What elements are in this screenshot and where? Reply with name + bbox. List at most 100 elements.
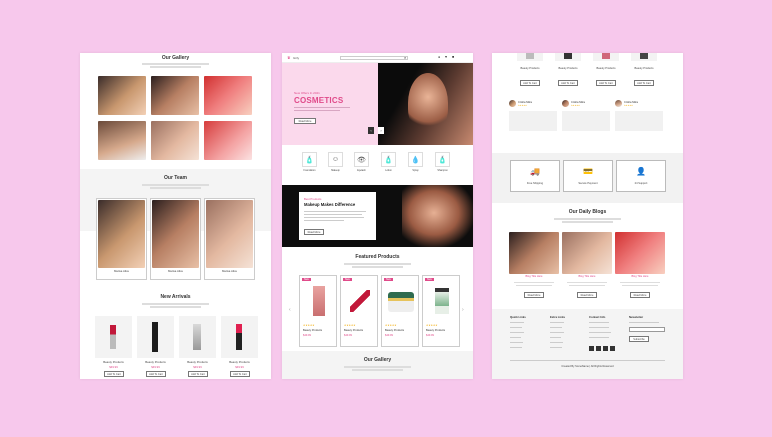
- blog-image[interactable]: [562, 232, 612, 274]
- add-to-cart-button[interactable]: Add To Cart: [634, 80, 654, 86]
- arrival-product-image[interactable]: [221, 316, 258, 358]
- brand-name[interactable]: Girly: [293, 56, 299, 60]
- footer-link[interactable]: [510, 342, 523, 344]
- footer-link[interactable]: [510, 327, 522, 329]
- gallery-subtitle-line: [344, 366, 411, 368]
- arrival-product-image[interactable]: [179, 316, 216, 358]
- product-thumb[interactable]: [593, 53, 619, 61]
- footer-link[interactable]: [550, 337, 561, 339]
- add-to-cart-button[interactable]: Add To Cart: [104, 371, 124, 377]
- gallery-image[interactable]: [98, 121, 146, 160]
- category-shampoo[interactable]: 🧴: [435, 152, 450, 167]
- featured-product-name: Beauty Products: [426, 329, 446, 332]
- arrival-product-name: Beauty Products: [187, 360, 208, 364]
- rating-stars: ★★★★★: [344, 324, 356, 327]
- heart-icon[interactable]: ♥: [445, 55, 447, 59]
- footer-link[interactable]: [550, 322, 564, 324]
- category-foundation[interactable]: 🧴: [302, 152, 317, 167]
- logo-icon[interactable]: ♛: [287, 55, 291, 60]
- footer-link[interactable]: [510, 332, 524, 334]
- feature-label: Secure Payment: [578, 182, 598, 185]
- gallery-band: [282, 351, 473, 379]
- blog-read-more-button[interactable]: Read More: [630, 292, 650, 298]
- gallery-image[interactable]: [151, 76, 199, 115]
- cart-icon[interactable]: ■: [452, 55, 454, 59]
- add-to-cart-button[interactable]: Add To Cart: [230, 371, 250, 377]
- promo-banner: Best Products Makeup Makes Difference Re…: [282, 185, 473, 247]
- blogs-subtitle-line: [554, 218, 621, 220]
- hero-prev-arrow[interactable]: ‹: [368, 127, 374, 134]
- add-to-cart-button[interactable]: Add To Cart: [188, 371, 208, 377]
- avatar: [562, 100, 569, 107]
- product-thumb[interactable]: [517, 53, 543, 61]
- category-lotion[interactable]: 🧴: [381, 152, 396, 167]
- category-spray[interactable]: 💧: [408, 152, 423, 167]
- add-to-cart-button[interactable]: Add To Cart: [520, 80, 540, 86]
- team-card[interactable]: Marisa Alice: [96, 198, 147, 280]
- featured-product-name: Beauty Products: [385, 329, 405, 332]
- facebook-icon[interactable]: [589, 346, 594, 351]
- blog-excerpt-line: [516, 285, 552, 286]
- search-input[interactable]: [340, 56, 408, 60]
- category-makeup[interactable]: ☺: [328, 152, 343, 167]
- footer-link[interactable]: [550, 327, 562, 329]
- testimonial-name: Crisha Mitra: [571, 101, 585, 104]
- featured-product-card[interactable]: New ★★★★★ Beauty Products $49.99: [381, 275, 419, 347]
- arrival-product-name: Beauty Products: [229, 360, 250, 364]
- add-to-cart-button[interactable]: Add To Cart: [596, 80, 616, 86]
- footer-link[interactable]: [550, 342, 563, 344]
- copyright-text: Created By SomeName | All Rights Reserve…: [561, 365, 614, 368]
- page-preview-home: ♛ Girly ⌕ ● ♥ ■ New Offers In 2021 COSME…: [282, 53, 473, 379]
- team-card[interactable]: Marisa Alice: [150, 198, 201, 280]
- blog-read-more-button[interactable]: Read More: [577, 292, 597, 298]
- blog-excerpt-line: [514, 282, 554, 283]
- product-thumb[interactable]: [631, 53, 657, 61]
- category-eyelash[interactable]: 👁: [354, 152, 369, 167]
- foundation-icon: 🧴: [305, 156, 314, 164]
- add-to-cart-button[interactable]: Add To Cart: [558, 80, 578, 86]
- promo-read-more-button[interactable]: Read More: [304, 229, 324, 235]
- footer-link[interactable]: [510, 322, 524, 324]
- blog-image[interactable]: [509, 232, 559, 274]
- featured-product-card[interactable]: New ★★★★★ Beauty Products $49.99: [422, 275, 460, 347]
- blogs-title: Our Daily Blogs: [568, 209, 607, 215]
- gallery-image[interactable]: [98, 76, 146, 115]
- add-to-cart-button[interactable]: Add To Cart: [146, 371, 166, 377]
- product-name: Beauty Products: [520, 67, 540, 70]
- team-title: Our Team: [164, 175, 187, 181]
- featured-product-card[interactable]: New ★★★★★ Beauty Products $49.99: [299, 275, 337, 347]
- blog-read-more-button[interactable]: Read More: [524, 292, 544, 298]
- footer-link[interactable]: [510, 337, 521, 339]
- category-label: Makeup: [331, 169, 340, 172]
- gallery-image[interactable]: [151, 121, 199, 160]
- featured-next-arrow[interactable]: ›: [462, 307, 464, 313]
- blog-image[interactable]: [615, 232, 665, 274]
- blog-title[interactable]: Blog Title Here: [562, 275, 612, 278]
- new-badge: New: [425, 278, 434, 281]
- hero-read-more-button[interactable]: Read More: [294, 118, 316, 124]
- search-icon[interactable]: ⌕: [404, 55, 406, 60]
- blog-title[interactable]: Blog Title Here: [615, 275, 665, 278]
- gallery-image[interactable]: [204, 76, 252, 115]
- blog-title[interactable]: Blog Title Here: [509, 275, 559, 278]
- linkedin-icon[interactable]: [610, 346, 615, 351]
- featured-prev-arrow[interactable]: ‹: [289, 307, 291, 313]
- featured-product-card[interactable]: New ★★★★★ Beauty Products $49.99: [340, 275, 378, 347]
- promo-image: [402, 185, 473, 247]
- user-icon[interactable]: ●: [438, 55, 440, 59]
- product-thumb[interactable]: [555, 53, 581, 61]
- gallery-image[interactable]: [204, 121, 252, 160]
- footer-link[interactable]: [510, 347, 522, 349]
- newsletter-email-input[interactable]: [629, 327, 665, 332]
- subscribe-button[interactable]: Subscribe: [629, 336, 649, 342]
- hero-next-arrow[interactable]: ›: [378, 127, 384, 134]
- footer-link[interactable]: [550, 332, 564, 334]
- instagram-icon[interactable]: [603, 346, 608, 351]
- featured-title: Featured Products: [355, 254, 400, 260]
- team-card[interactable]: Marisa Alice: [204, 198, 255, 280]
- arrival-product-image[interactable]: [95, 316, 132, 358]
- twitter-icon[interactable]: [596, 346, 601, 351]
- footer-link[interactable]: [550, 347, 562, 349]
- arrival-product-image[interactable]: [137, 316, 174, 358]
- team-subtitle-line: [142, 184, 209, 186]
